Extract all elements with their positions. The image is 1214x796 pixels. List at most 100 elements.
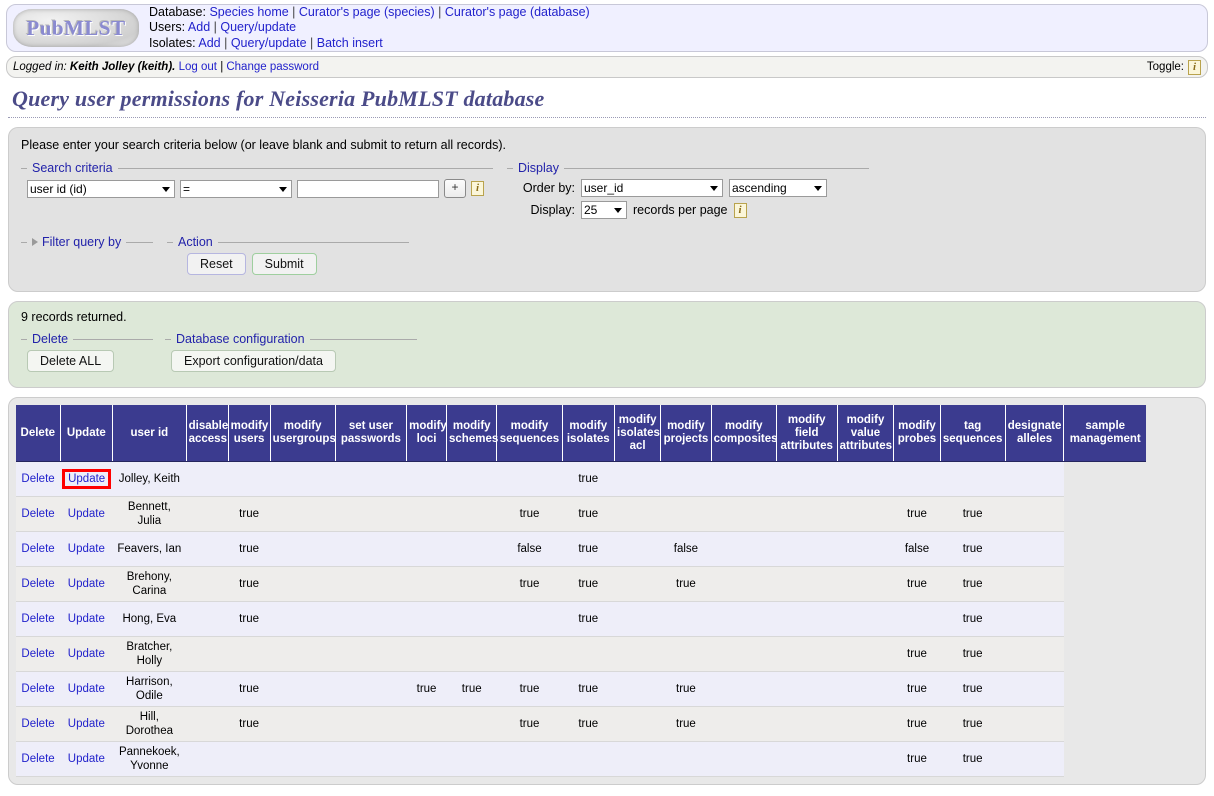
column-header-modify-usergroups: modify usergroups	[270, 405, 336, 462]
update-cell[interactable]: Update	[60, 496, 113, 532]
order-by-select[interactable]: user_id	[581, 179, 723, 197]
link-curators-page-species[interactable]: Curator's page (species)	[299, 5, 435, 19]
action-fieldset: Action Reset Submit	[167, 235, 409, 279]
link-curators-page-database[interactable]: Curator's page (database)	[445, 5, 590, 19]
column-header-modify-value-attributes: modify value attributes	[837, 405, 895, 462]
order-by-select-wrap[interactable]: user_id	[581, 179, 723, 197]
search-value-input[interactable]	[297, 179, 439, 198]
update-cell[interactable]: Update	[60, 671, 113, 707]
delete-cell[interactable]: Delete	[16, 706, 61, 742]
cell-disable-access	[186, 566, 229, 602]
search-info-icon[interactable]: i	[471, 181, 484, 196]
toggle-control[interactable]: Toggle: i	[1147, 59, 1201, 75]
cell-modify-projects: false	[660, 531, 712, 567]
delete-link[interactable]: Delete	[21, 718, 54, 730]
update-cell[interactable]: Update	[60, 706, 113, 742]
cell-modify-probes: true	[893, 636, 941, 672]
delete-link[interactable]: Delete	[21, 578, 54, 590]
chevron-right-icon[interactable]	[32, 238, 38, 246]
search-operator-select[interactable]: =	[180, 179, 292, 198]
delete-cell[interactable]: Delete	[16, 601, 61, 637]
database-configuration-fieldset: Database configuration Export configurat…	[165, 332, 417, 375]
reset-button[interactable]: Reset	[187, 253, 246, 275]
delete-cell[interactable]: Delete	[16, 671, 61, 707]
update-link[interactable]: Update	[68, 753, 105, 765]
delete-cell[interactable]: Delete	[16, 566, 61, 602]
permissions-table-panel: Delete Update user id disable access modify …	[8, 397, 1206, 785]
cell-modify-sequences: true	[496, 566, 563, 602]
update-link[interactable]: Update	[68, 578, 105, 590]
update-cell[interactable]: Update	[60, 531, 113, 567]
submit-button[interactable]: Submit	[251, 253, 317, 275]
update-cell[interactable]: Update	[60, 741, 113, 777]
update-link[interactable]: Update	[68, 543, 105, 555]
delete-cell[interactable]: Delete	[16, 636, 61, 672]
delete-link[interactable]: Delete	[21, 613, 54, 625]
delete-link[interactable]: Delete	[21, 473, 54, 485]
cell-modify-sequences	[496, 601, 563, 637]
cell-modify-probes	[893, 461, 941, 497]
delete-all-button[interactable]: Delete ALL	[27, 350, 115, 372]
display-legend: Display	[518, 161, 559, 175]
display-info-icon[interactable]: i	[733, 202, 747, 218]
cell-modify-value-attributes	[837, 496, 894, 532]
filter-query-fieldset[interactable]: Filter query by	[21, 235, 153, 249]
link-species-home[interactable]: Species home	[209, 5, 288, 19]
log-out-link[interactable]: Log out	[179, 61, 217, 73]
cell-modify-usergroups	[270, 566, 336, 602]
update-cell[interactable]: Update	[60, 601, 113, 637]
delete-cell[interactable]: Delete	[16, 461, 61, 497]
delete-cell[interactable]: Delete	[16, 741, 61, 777]
info-icon[interactable]: i	[1188, 59, 1201, 75]
search-field-select[interactable]: user id (id)	[27, 179, 175, 198]
update-link[interactable]: Update	[68, 508, 105, 520]
update-link[interactable]: Update	[68, 613, 105, 625]
add-criteria-button[interactable]: +	[444, 179, 466, 198]
filter-query-legend[interactable]: Filter query by	[27, 235, 126, 249]
search-field-select-wrap[interactable]: user id (id)	[27, 179, 175, 198]
update-link[interactable]: Update	[68, 473, 105, 485]
delete-cell[interactable]: Delete	[16, 531, 61, 567]
cell-modify-value-attributes	[837, 741, 894, 777]
link-isolates-add[interactable]: Add	[198, 36, 220, 50]
update-cell[interactable]: Update	[60, 566, 113, 602]
order-direction-select[interactable]: ascending	[729, 179, 827, 197]
cell-modify-sequences: true	[496, 706, 563, 742]
order-direction-select-wrap[interactable]: ascending	[729, 179, 827, 197]
change-password-link[interactable]: Change password	[226, 61, 319, 73]
cell-modify-sequences	[496, 461, 563, 497]
update-link[interactable]: Update	[68, 683, 105, 695]
update-cell[interactable]: Update	[60, 461, 113, 497]
page-title: Query user permissions for Neisseria Pub…	[12, 86, 545, 111]
cell-modify-isolates: true	[562, 496, 615, 532]
update-link[interactable]: Update	[68, 648, 105, 660]
table-scroll-area[interactable]: Delete Update user id disable access modify …	[16, 405, 1198, 777]
page-size-select[interactable]: 25	[581, 201, 627, 219]
column-header-sample-management: sample management	[1063, 405, 1146, 462]
link-isolates-query-update[interactable]: Query/update	[231, 36, 307, 50]
cell-modify-isolates: true	[562, 706, 615, 742]
delete-link[interactable]: Delete	[21, 648, 54, 660]
link-isolates-batch-insert[interactable]: Batch insert	[317, 36, 383, 50]
update-link[interactable]: Update	[68, 718, 105, 730]
delete-cell[interactable]: Delete	[16, 496, 61, 532]
export-configuration-button[interactable]: Export configuration/data	[171, 350, 336, 372]
cell-tag-sequences: true	[940, 636, 1006, 672]
search-operator-select-wrap[interactable]: =	[180, 179, 292, 198]
delete-link[interactable]: Delete	[21, 543, 54, 555]
cell-modify-projects	[660, 601, 712, 637]
delete-link[interactable]: Delete	[21, 683, 54, 695]
column-header-modify-isolates: modify isolates	[562, 405, 616, 462]
page-size-select-wrap[interactable]: 25	[581, 201, 627, 219]
cell-modify-loci	[406, 461, 447, 497]
cell-modify-value-attributes	[837, 706, 894, 742]
link-users-query-update[interactable]: Query/update	[220, 20, 296, 34]
cell-modify-users	[228, 636, 271, 672]
cell-modify-sequences	[496, 636, 563, 672]
link-users-add[interactable]: Add	[188, 20, 210, 34]
delete-link[interactable]: Delete	[21, 753, 54, 765]
cell-modify-composites	[711, 531, 777, 567]
update-cell[interactable]: Update	[60, 636, 113, 672]
cell-modify-field-attributes	[776, 636, 838, 672]
delete-link[interactable]: Delete	[21, 508, 54, 520]
